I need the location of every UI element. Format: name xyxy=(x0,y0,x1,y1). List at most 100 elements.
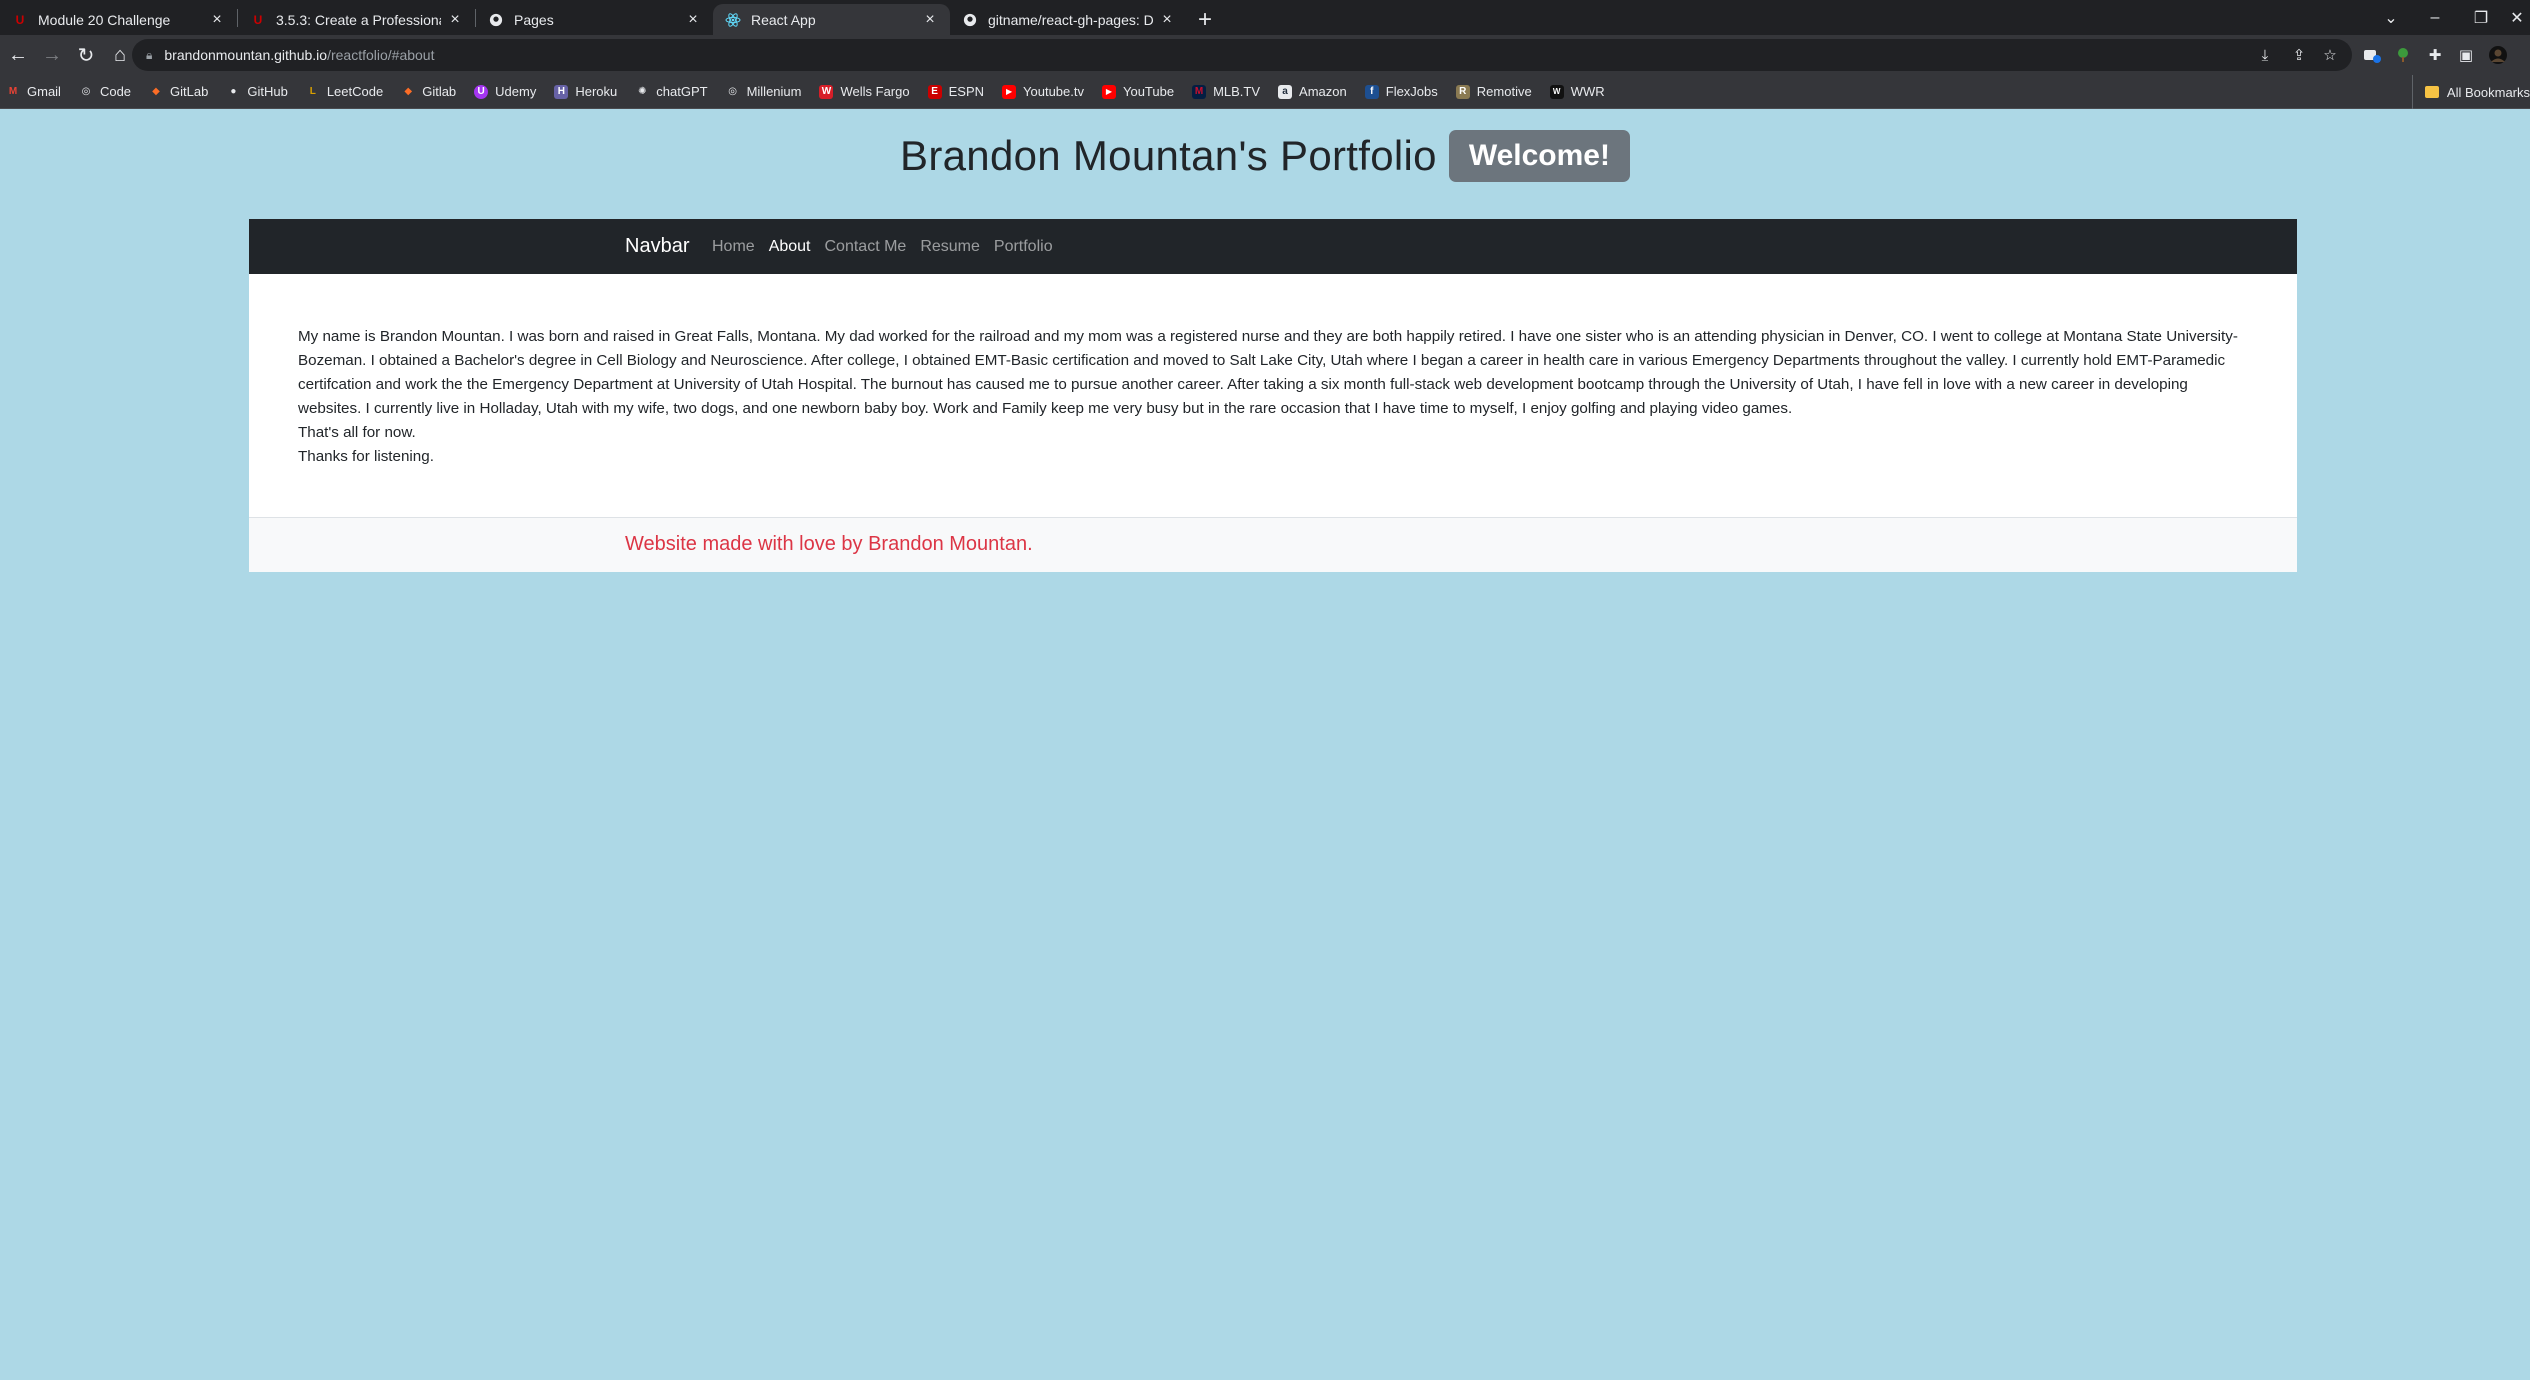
install-app-icon[interactable]: ⤓ xyxy=(2253,43,2277,67)
nav-link-about[interactable]: About xyxy=(769,238,811,256)
page-title: Brandon Mountan's Portfolio xyxy=(900,132,1437,179)
flexjobs-icon: f xyxy=(1364,84,1379,99)
github-icon xyxy=(488,12,504,28)
bookmark-wwr[interactable]: W WWR xyxy=(1549,84,1605,99)
bookmark-youtube-tv[interactable]: ▶ Youtube.tv xyxy=(1002,84,1084,99)
minimize-button[interactable]: – xyxy=(2412,0,2458,35)
bookmark-label: Youtube.tv xyxy=(1023,84,1084,99)
tab-search-chevron-icon[interactable]: ⌄ xyxy=(2368,0,2414,35)
bookmark-gitlab-2[interactable]: ◆ Gitlab xyxy=(401,84,456,99)
close-icon[interactable]: × xyxy=(1159,11,1175,29)
reload-button[interactable]: ↻ xyxy=(70,39,102,71)
close-icon[interactable]: × xyxy=(922,11,938,29)
bookmark-label: GitHub xyxy=(247,84,288,99)
gmail-icon: M xyxy=(8,86,18,97)
site-navbar: Navbar Home About Contact Me Resume Port… xyxy=(249,219,2297,274)
bookmark-youtube[interactable]: ▶ YouTube xyxy=(1101,84,1174,99)
bookmark-label: Code xyxy=(99,84,132,99)
bookmark-label: Amazon xyxy=(1299,84,1347,99)
new-tab-button[interactable]: + xyxy=(1187,4,1223,35)
footer-text: Website made with love by Brandon Mounta… xyxy=(625,533,1033,555)
bookmark-label: FlexJobs xyxy=(1385,84,1438,99)
profile-avatar[interactable] xyxy=(2486,43,2510,67)
back-button[interactable]: ← xyxy=(2,39,34,71)
wells-fargo-icon: W xyxy=(819,84,834,99)
bookmark-wells-fargo[interactable]: W Wells Fargo xyxy=(819,84,910,99)
amazon-icon: a xyxy=(1278,84,1293,99)
about-thanks-line: Thanks for listening. xyxy=(298,448,434,465)
bookmark-flexjobs[interactable]: f FlexJobs xyxy=(1364,84,1438,99)
bookmark-label: GitLab xyxy=(170,84,209,99)
bookmark-remotive[interactable]: R Remotive xyxy=(1455,84,1532,99)
about-paragraph: My name is Brandon Mountan. I was born a… xyxy=(298,328,2238,417)
folder-icon xyxy=(2424,86,2439,98)
extensions-puzzle-icon[interactable]: ✚ xyxy=(2423,43,2447,67)
bookmark-label: MLB.TV xyxy=(1213,84,1261,99)
bookmark-label: ESPN xyxy=(948,84,985,99)
welcome-badge: Welcome! xyxy=(1448,130,1630,182)
tab-title: 3.5.3: Create a Professional Proje xyxy=(276,11,441,28)
about-section: My name is Brandon Mountan. I was born a… xyxy=(249,274,2297,517)
youtube-icon: ▶ xyxy=(1002,84,1017,99)
bookmark-gitlab[interactable]: ◆ GitLab xyxy=(149,84,208,99)
bookmark-leetcode[interactable]: L LeetCode xyxy=(306,84,383,99)
navbar-brand[interactable]: Navbar xyxy=(625,235,689,258)
side-panel-icon[interactable]: ▣ xyxy=(2454,43,2478,67)
browser-tab-active[interactable]: React App × xyxy=(713,4,950,35)
tab-title: Pages xyxy=(514,11,554,28)
close-icon[interactable]: × xyxy=(209,11,225,29)
share-icon[interactable]: ⇪ xyxy=(2287,43,2311,67)
page-footer: Website made with love by Brandon Mounta… xyxy=(249,517,2297,572)
bookmark-star-icon[interactable]: ☆ xyxy=(2318,43,2342,67)
bookmark-label: Heroku xyxy=(575,84,618,99)
nav-link-portfolio[interactable]: Portfolio xyxy=(994,238,1053,256)
all-bookmarks-label: All Bookmarks xyxy=(2446,84,2530,100)
gitlab-icon: ◆ xyxy=(404,86,413,97)
bookmark-amazon[interactable]: a Amazon xyxy=(1278,84,1347,99)
chatgpt-icon: ✺ xyxy=(638,86,647,97)
bookmark-heroku[interactable]: H Heroku xyxy=(554,84,617,99)
restore-button[interactable]: ❐ xyxy=(2458,0,2504,35)
bookmark-label: Millenium xyxy=(746,84,802,99)
bookmark-mlb-tv[interactable]: M MLB.TV xyxy=(1192,84,1260,99)
page-header: Brandon Mountan's Portfolio Welcome! xyxy=(0,130,2530,182)
close-icon[interactable]: × xyxy=(685,11,701,29)
bookmark-espn[interactable]: E ESPN xyxy=(927,84,985,99)
url-path: /reactfolio/#about xyxy=(327,47,435,63)
bookmark-label: Udemy xyxy=(495,84,537,99)
u-icon: U xyxy=(15,12,25,27)
wwr-icon: W xyxy=(1549,84,1564,99)
browser-tab-strip: U Module 20 Challenge × U 3.5.3: Create … xyxy=(0,0,2530,35)
bookmark-udemy[interactable]: U Udemy xyxy=(474,84,536,99)
bookmark-github[interactable]: ● GitHub xyxy=(226,84,288,99)
bookmark-gmail[interactable]: M Gmail xyxy=(6,84,61,99)
bookmark-label: Wells Fargo xyxy=(840,84,910,99)
github-icon: ● xyxy=(230,86,237,97)
bookmark-label: Gitlab xyxy=(422,84,457,99)
remotive-icon: R xyxy=(1455,84,1470,99)
bookmark-label: Remotive xyxy=(1476,84,1532,99)
browser-tab[interactable]: Pages × xyxy=(476,4,713,35)
browser-tab[interactable]: gitname/react-gh-pages: Deploy × xyxy=(950,4,1187,35)
nav-link-contact-me[interactable]: Contact Me xyxy=(825,238,907,256)
bookmark-chatgpt[interactable]: ✺ chatGPT xyxy=(635,84,708,99)
nav-link-resume[interactable]: Resume xyxy=(920,238,980,256)
bookmark-code[interactable]: ◎ Code xyxy=(79,84,131,99)
bookmark-millenium[interactable]: ◎ Millenium xyxy=(726,84,802,99)
bookmark-label: Gmail xyxy=(27,84,61,99)
all-bookmarks-button[interactable]: All Bookmarks xyxy=(2411,75,2530,109)
address-bar[interactable]: 🔒︎ brandonmountan.github.io/reactfolio/#… xyxy=(132,39,2352,71)
url-host: brandonmountan.github.io xyxy=(164,47,328,63)
extension-tree-icon[interactable] xyxy=(2391,43,2415,67)
browser-tab[interactable]: U 3.5.3: Create a Professional Proje × xyxy=(238,4,475,35)
gitlab-icon: ◆ xyxy=(152,86,160,97)
browser-tab[interactable]: U Module 20 Challenge × xyxy=(0,4,237,35)
nav-link-home[interactable]: Home xyxy=(712,238,755,256)
forward-button[interactable]: → xyxy=(36,39,68,71)
bookmarks-bar: M Gmail ◎ Code ◆ GitLab ● GitHub L LeetCode ◆… xyxy=(0,75,2530,109)
extension-icon[interactable] xyxy=(2360,43,2384,67)
u-icon: U xyxy=(253,12,263,27)
close-window-button[interactable]: ✕ xyxy=(2504,0,2530,35)
close-icon[interactable]: × xyxy=(447,11,463,29)
about-closing-line: That's all for now. xyxy=(298,424,416,441)
